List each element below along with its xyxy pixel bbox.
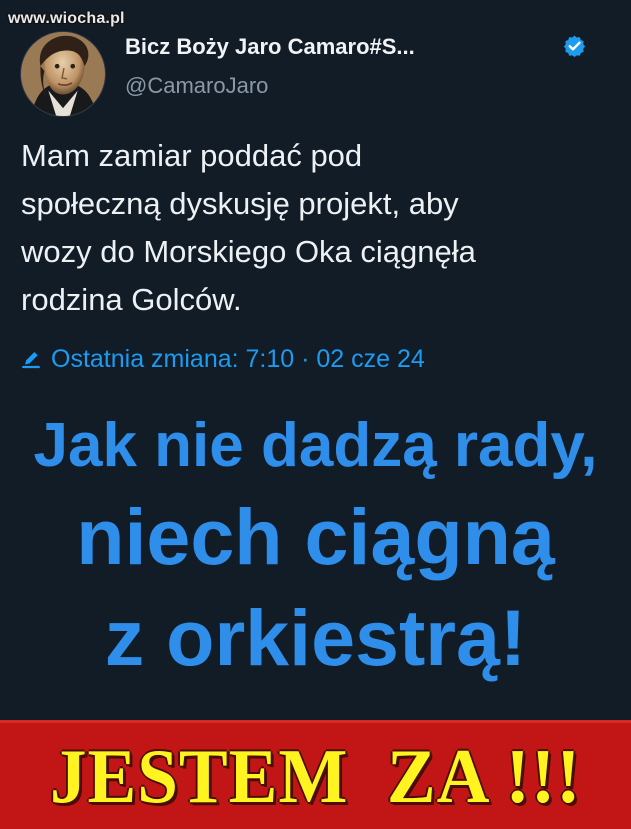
tweet-line: wozy do Morskiego Oka ciągnęła <box>21 234 476 269</box>
tweet-line: rodzina Golców. <box>21 282 242 317</box>
profile-avatar[interactable] <box>20 31 106 117</box>
last-edited-label: Ostatnia zmiana: 7:10 · 02 cze 24 <box>51 344 425 373</box>
pencil-icon <box>21 349 41 369</box>
tweet-line: Mam zamiar poddać pod <box>21 138 363 173</box>
caption-banner: JESTEM ZA !!! <box>0 720 631 829</box>
quote-line-3: z orkiestrą! <box>104 593 527 682</box>
tweet-card: Bicz Boży Jaro Camaro#S... @CamaroJaro M… <box>0 0 631 720</box>
site-watermark: www.wiocha.pl <box>8 10 125 27</box>
quote-line-2: niech ciągną <box>76 492 555 581</box>
tweet-text: Mam zamiar poddać pod społeczną dyskusję… <box>21 132 611 324</box>
banner-text: JESTEM ZA !!! <box>49 732 582 819</box>
verified-badge-icon <box>563 34 586 57</box>
quoted-image-text: Jak nie dadzą rady, niech ciągną z orkie… <box>14 405 617 689</box>
portrait-avatar-image <box>21 32 105 116</box>
author-name[interactable]: Bicz Boży Jaro Camaro#S... <box>125 34 415 60</box>
author-handle[interactable]: @CamaroJaro <box>125 73 268 99</box>
edit-history-link[interactable]: Ostatnia zmiana: 7:10 · 02 cze 24 <box>21 341 425 377</box>
quote-line-1: Jak nie dadzą rady, <box>33 411 598 480</box>
tweet-line: społeczną dyskusję projekt, aby <box>21 186 459 221</box>
